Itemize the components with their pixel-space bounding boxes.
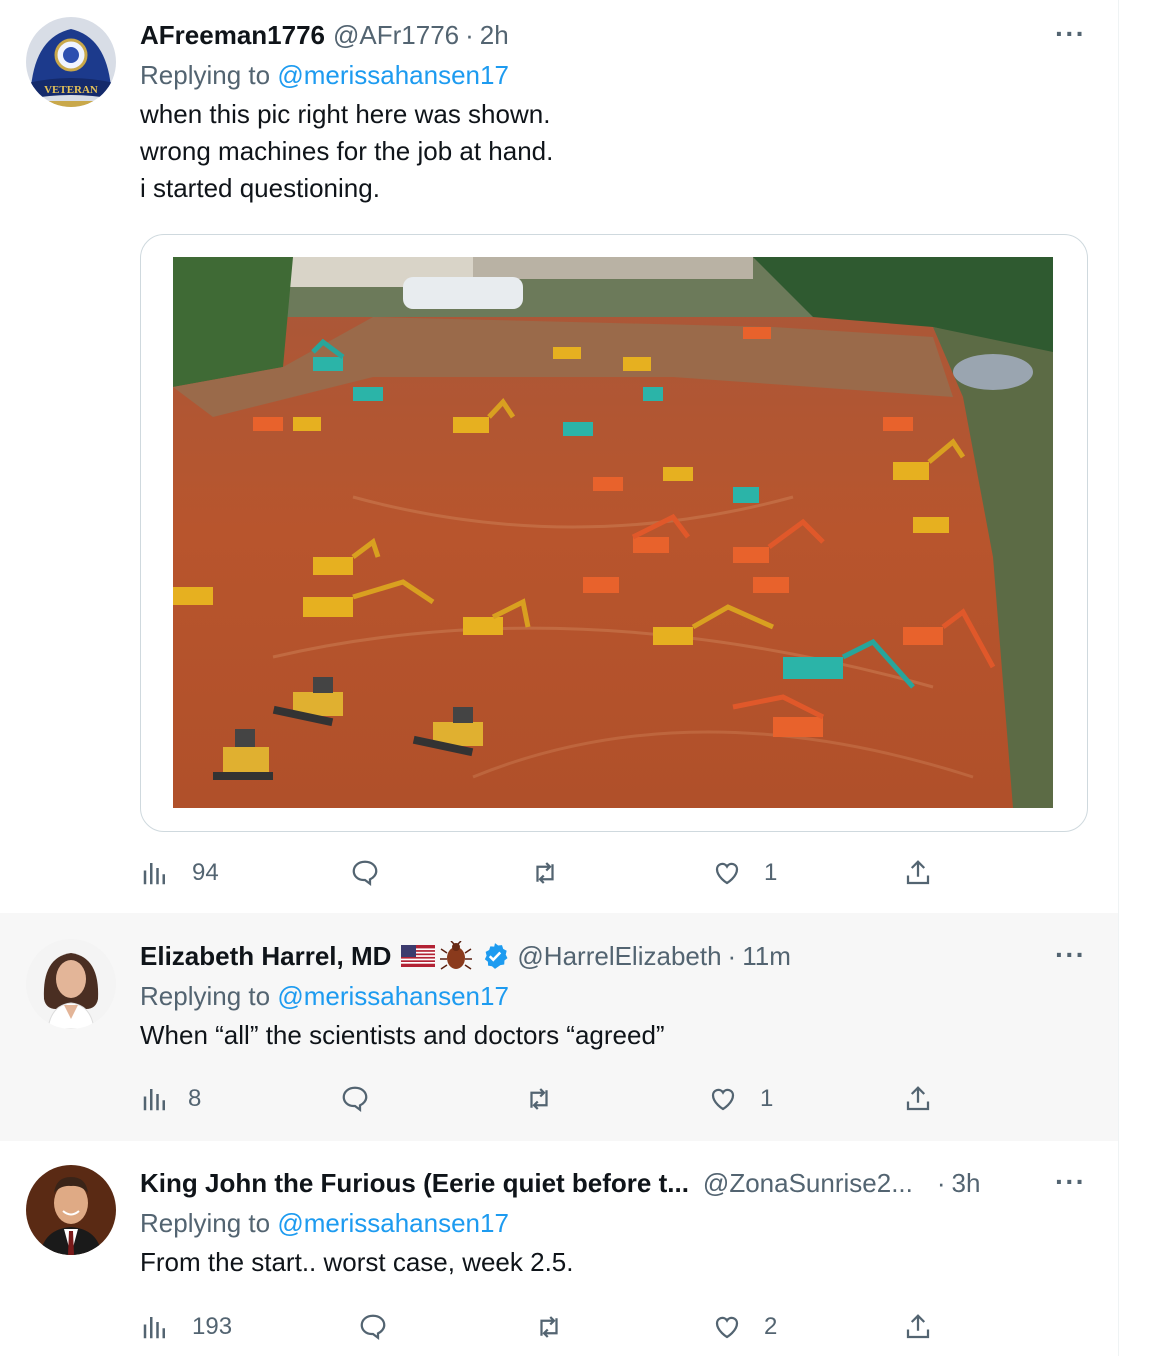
us-flag-icon bbox=[401, 945, 436, 967]
replying-to-link[interactable]: @merissahansen17 bbox=[277, 1208, 509, 1238]
tweet-actions: 193 2 bbox=[140, 1307, 940, 1347]
retweet-icon bbox=[540, 1316, 558, 1338]
like-button[interactable]: 1 bbox=[708, 1079, 773, 1119]
like-button[interactable]: 1 bbox=[712, 853, 777, 893]
like-button[interactable]: 2 bbox=[712, 1307, 777, 1347]
replying-to: Replying to @merissahansen17 bbox=[140, 979, 1088, 1013]
reply-icon bbox=[342, 1086, 368, 1112]
replying-to: Replying to @merissahansen17 bbox=[140, 58, 1088, 92]
views-icon bbox=[143, 1317, 165, 1339]
tweet-text: When “all” the scientists and doctors “a… bbox=[140, 1017, 1088, 1054]
tweet-media[interactable] bbox=[140, 234, 1088, 832]
tweet-text: From the start.. worst case, week 2.5. bbox=[140, 1244, 1088, 1281]
tweet-header: King John the Furious (Eerie quiet befor… bbox=[140, 1166, 1088, 1200]
user-handle[interactable]: @HarrelElizabeth bbox=[517, 941, 721, 972]
share-icon bbox=[906, 1314, 930, 1339]
like-icon bbox=[711, 1088, 735, 1111]
retweet-button[interactable] bbox=[530, 853, 560, 893]
tweet-harrel[interactable]: Elizabeth Harrel, MD @HarrelElizabeth · bbox=[0, 913, 1118, 1142]
like-count: 1 bbox=[764, 859, 778, 886]
views-count: 8 bbox=[188, 1085, 202, 1112]
timestamp[interactable]: 3h bbox=[952, 1168, 981, 1199]
retweet-button[interactable] bbox=[534, 1307, 564, 1347]
replying-label: Replying to bbox=[140, 1208, 278, 1238]
tweet-afreeman[interactable]: VETERAN AFreeman1776 @AFr1776 · 2h Reply… bbox=[0, 0, 1118, 914]
retweet-button[interactable] bbox=[524, 1079, 554, 1119]
tweet-text-line: From the start.. worst case, week 2.5. bbox=[140, 1247, 574, 1277]
display-name[interactable]: King John the Furious (Eerie quiet befor… bbox=[140, 1168, 689, 1199]
views-count: 94 bbox=[192, 859, 219, 886]
reply-icon bbox=[360, 1314, 386, 1340]
like-count: 1 bbox=[760, 1085, 774, 1112]
bug-icon bbox=[440, 941, 473, 970]
views-count: 193 bbox=[192, 1313, 233, 1340]
replying-label: Replying to bbox=[140, 981, 278, 1011]
separator: · bbox=[727, 940, 737, 971]
share-button[interactable] bbox=[903, 1079, 933, 1119]
user-handle[interactable]: @AFr1776 bbox=[333, 20, 459, 51]
tweet-text-line: wrong machines for the job at hand. bbox=[140, 136, 554, 166]
like-count: 2 bbox=[764, 1313, 778, 1340]
views-button[interactable]: 94 bbox=[140, 853, 219, 893]
avatar[interactable] bbox=[26, 939, 116, 1029]
replying-to-link[interactable]: @merissahansen17 bbox=[277, 981, 509, 1011]
retweet-icon bbox=[530, 1088, 548, 1110]
share-button[interactable] bbox=[903, 853, 933, 893]
share-icon bbox=[906, 1086, 930, 1111]
tweet-text-line: when this pic right here was shown. bbox=[140, 99, 551, 129]
views-button[interactable]: 8 bbox=[140, 1079, 201, 1119]
reply-button[interactable] bbox=[340, 1079, 370, 1119]
construction-site-photo[interactable] bbox=[173, 257, 1053, 808]
verified-icon bbox=[485, 943, 508, 969]
replying-to: Replying to @merissahansen17 bbox=[140, 1206, 1088, 1240]
views-icon bbox=[143, 1089, 165, 1111]
cap-lettering: VETERAN bbox=[44, 84, 98, 96]
views-icon bbox=[143, 863, 165, 885]
share-button[interactable] bbox=[903, 1307, 933, 1347]
more-icon[interactable]: ··· bbox=[1055, 18, 1086, 50]
avatar[interactable] bbox=[26, 1165, 116, 1255]
timestamp[interactable]: 11m bbox=[742, 941, 791, 972]
reply-icon bbox=[352, 860, 378, 886]
more-icon[interactable]: ··· bbox=[1055, 1166, 1086, 1198]
like-icon bbox=[715, 1316, 739, 1339]
like-icon bbox=[715, 862, 739, 885]
separator: · bbox=[936, 1167, 946, 1198]
display-name[interactable]: Elizabeth Harrel, MD bbox=[140, 941, 391, 972]
tweet-text: when this pic right here was shown. wron… bbox=[140, 96, 1088, 207]
display-name[interactable]: AFreeman1776 bbox=[140, 20, 325, 51]
tweet-header: Elizabeth Harrel, MD @HarrelElizabeth · bbox=[140, 939, 1088, 973]
user-handle[interactable]: @ZonaSunrise2... bbox=[703, 1168, 913, 1199]
tweet-king-john[interactable]: King John the Furious (Eerie quiet befor… bbox=[0, 1141, 1118, 1356]
reply-button[interactable] bbox=[358, 1307, 388, 1347]
tweet-text-line: When “all” the scientists and doctors “a… bbox=[140, 1020, 665, 1050]
tweet-actions: 94 1 bbox=[140, 853, 940, 893]
replying-label: Replying to bbox=[140, 60, 278, 90]
more-icon[interactable]: ··· bbox=[1055, 939, 1086, 971]
tweet-actions: 8 1 bbox=[140, 1079, 940, 1119]
retweet-icon bbox=[536, 862, 554, 884]
tweet-text-line: i started questioning. bbox=[140, 173, 380, 203]
avatar[interactable]: VETERAN bbox=[26, 17, 116, 107]
share-icon bbox=[906, 860, 930, 885]
separator: · bbox=[465, 19, 474, 50]
reply-button[interactable] bbox=[350, 853, 380, 893]
reply-thread: VETERAN AFreeman1776 @AFr1776 · 2h Reply… bbox=[0, 0, 1119, 1356]
replying-to-link[interactable]: @merissahansen17 bbox=[277, 60, 509, 90]
timestamp[interactable]: 2h bbox=[480, 20, 509, 51]
views-button[interactable]: 193 bbox=[140, 1307, 232, 1347]
tweet-header: AFreeman1776 @AFr1776 · 2h bbox=[140, 18, 1088, 52]
